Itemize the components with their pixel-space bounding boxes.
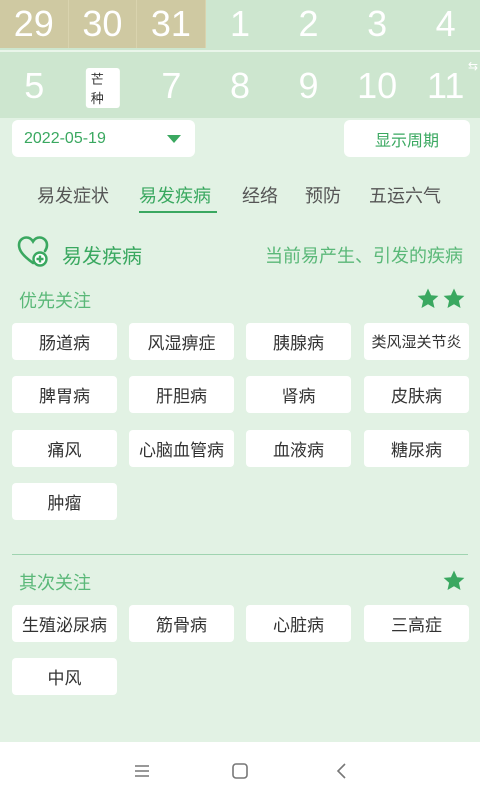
heart-plus-icon bbox=[17, 236, 49, 267]
caret-down-icon bbox=[167, 135, 181, 143]
disease-chip[interactable]: 肿瘤 bbox=[12, 483, 117, 520]
disease-chip[interactable]: 糖尿病 bbox=[364, 430, 469, 467]
star-icon bbox=[443, 288, 465, 308]
disease-chip[interactable]: 心脏病 bbox=[246, 605, 351, 642]
disease-chip[interactable]: 皮肤病 bbox=[364, 376, 469, 413]
calendar-day[interactable]: 9 bbox=[274, 58, 343, 114]
star-icon bbox=[417, 288, 439, 308]
calendar-day[interactable]: 10 bbox=[343, 58, 412, 114]
home-square-icon[interactable] bbox=[229, 760, 251, 782]
system-nav-bar bbox=[0, 742, 480, 800]
disease-chip[interactable]: 脾胃病 bbox=[12, 376, 117, 413]
disease-chip[interactable]: 胰腺病 bbox=[246, 323, 351, 360]
calendar-row-2: 5 6芒种 7 8 9 10 11 bbox=[0, 58, 480, 114]
section-subtitle: 当前易产生、引发的疾病 bbox=[265, 246, 463, 267]
tab-bar: 易发症状 易发疾病 经络 预防 五运六气 bbox=[0, 182, 480, 214]
priority-group-title: 优先关注 bbox=[19, 291, 91, 312]
calendar-day[interactable]: 2 bbox=[274, 0, 343, 48]
calendar-strip: 29 30 31 1 2 3 4 5 6芒种 7 8 9 10 11 ⇆ bbox=[0, 0, 480, 118]
disease-chip[interactable]: 痛风 bbox=[12, 430, 117, 467]
menu-icon[interactable] bbox=[131, 760, 153, 782]
disease-chip[interactable]: 肠道病 bbox=[12, 323, 117, 360]
calendar-day[interactable]: 1 bbox=[206, 0, 275, 48]
tab-prevention[interactable]: 预防 bbox=[305, 182, 341, 208]
calendar-row-1: 29 30 31 1 2 3 4 bbox=[0, 0, 480, 48]
disease-chip[interactable]: 三高症 bbox=[364, 605, 469, 642]
show-period-button[interactable]: 显示周期 bbox=[344, 120, 470, 157]
calendar-day[interactable]: 8 bbox=[206, 58, 275, 114]
tab-five-phases[interactable]: 五运六气 bbox=[369, 182, 441, 208]
tab-meridians[interactable]: 经络 bbox=[242, 182, 278, 208]
active-tab-indicator bbox=[139, 211, 217, 213]
disease-chip[interactable]: 风湿痹症 bbox=[129, 323, 234, 360]
calendar-day[interactable]: 4 bbox=[411, 0, 480, 48]
date-select[interactable]: 2022-05-19 bbox=[12, 120, 195, 157]
calendar-day[interactable]: 7 bbox=[137, 58, 206, 114]
disease-chip[interactable]: 肾病 bbox=[246, 376, 351, 413]
section-title: 易发疾病 bbox=[62, 244, 142, 268]
star-icon bbox=[443, 570, 465, 590]
solar-term-badge: 芒种 bbox=[85, 68, 120, 108]
swap-arrows-icon[interactable]: ⇆ bbox=[468, 60, 478, 72]
calendar-day[interactable]: 5 bbox=[0, 58, 69, 114]
calendar-day[interactable]: 3 bbox=[343, 0, 412, 48]
disease-chip[interactable]: 中风 bbox=[12, 658, 117, 695]
tab-diseases[interactable]: 易发疾病 bbox=[139, 182, 211, 208]
date-value: 2022-05-19 bbox=[24, 129, 106, 147]
tab-symptoms[interactable]: 易发症状 bbox=[37, 182, 109, 208]
disease-chip[interactable]: 肝胆病 bbox=[129, 376, 234, 413]
back-icon[interactable] bbox=[331, 760, 353, 782]
disease-chip[interactable]: 心脑血管病 bbox=[129, 430, 234, 467]
calendar-divider bbox=[0, 50, 480, 52]
section-divider bbox=[12, 554, 468, 555]
secondary-group-title: 其次关注 bbox=[19, 573, 91, 594]
disease-chip[interactable]: 类风湿关节炎 bbox=[364, 323, 469, 360]
calendar-day-prev-1[interactable]: 29 bbox=[0, 0, 69, 48]
disease-chip[interactable]: 筋骨病 bbox=[129, 605, 234, 642]
calendar-day-prev-2[interactable]: 30 bbox=[68, 0, 138, 48]
disease-chip[interactable]: 生殖泌尿病 bbox=[12, 605, 117, 642]
calendar-day[interactable]: 6芒种 bbox=[69, 58, 138, 114]
calendar-day-prev-3[interactable]: 31 bbox=[137, 0, 206, 48]
disease-chip[interactable]: 血液病 bbox=[246, 430, 351, 467]
